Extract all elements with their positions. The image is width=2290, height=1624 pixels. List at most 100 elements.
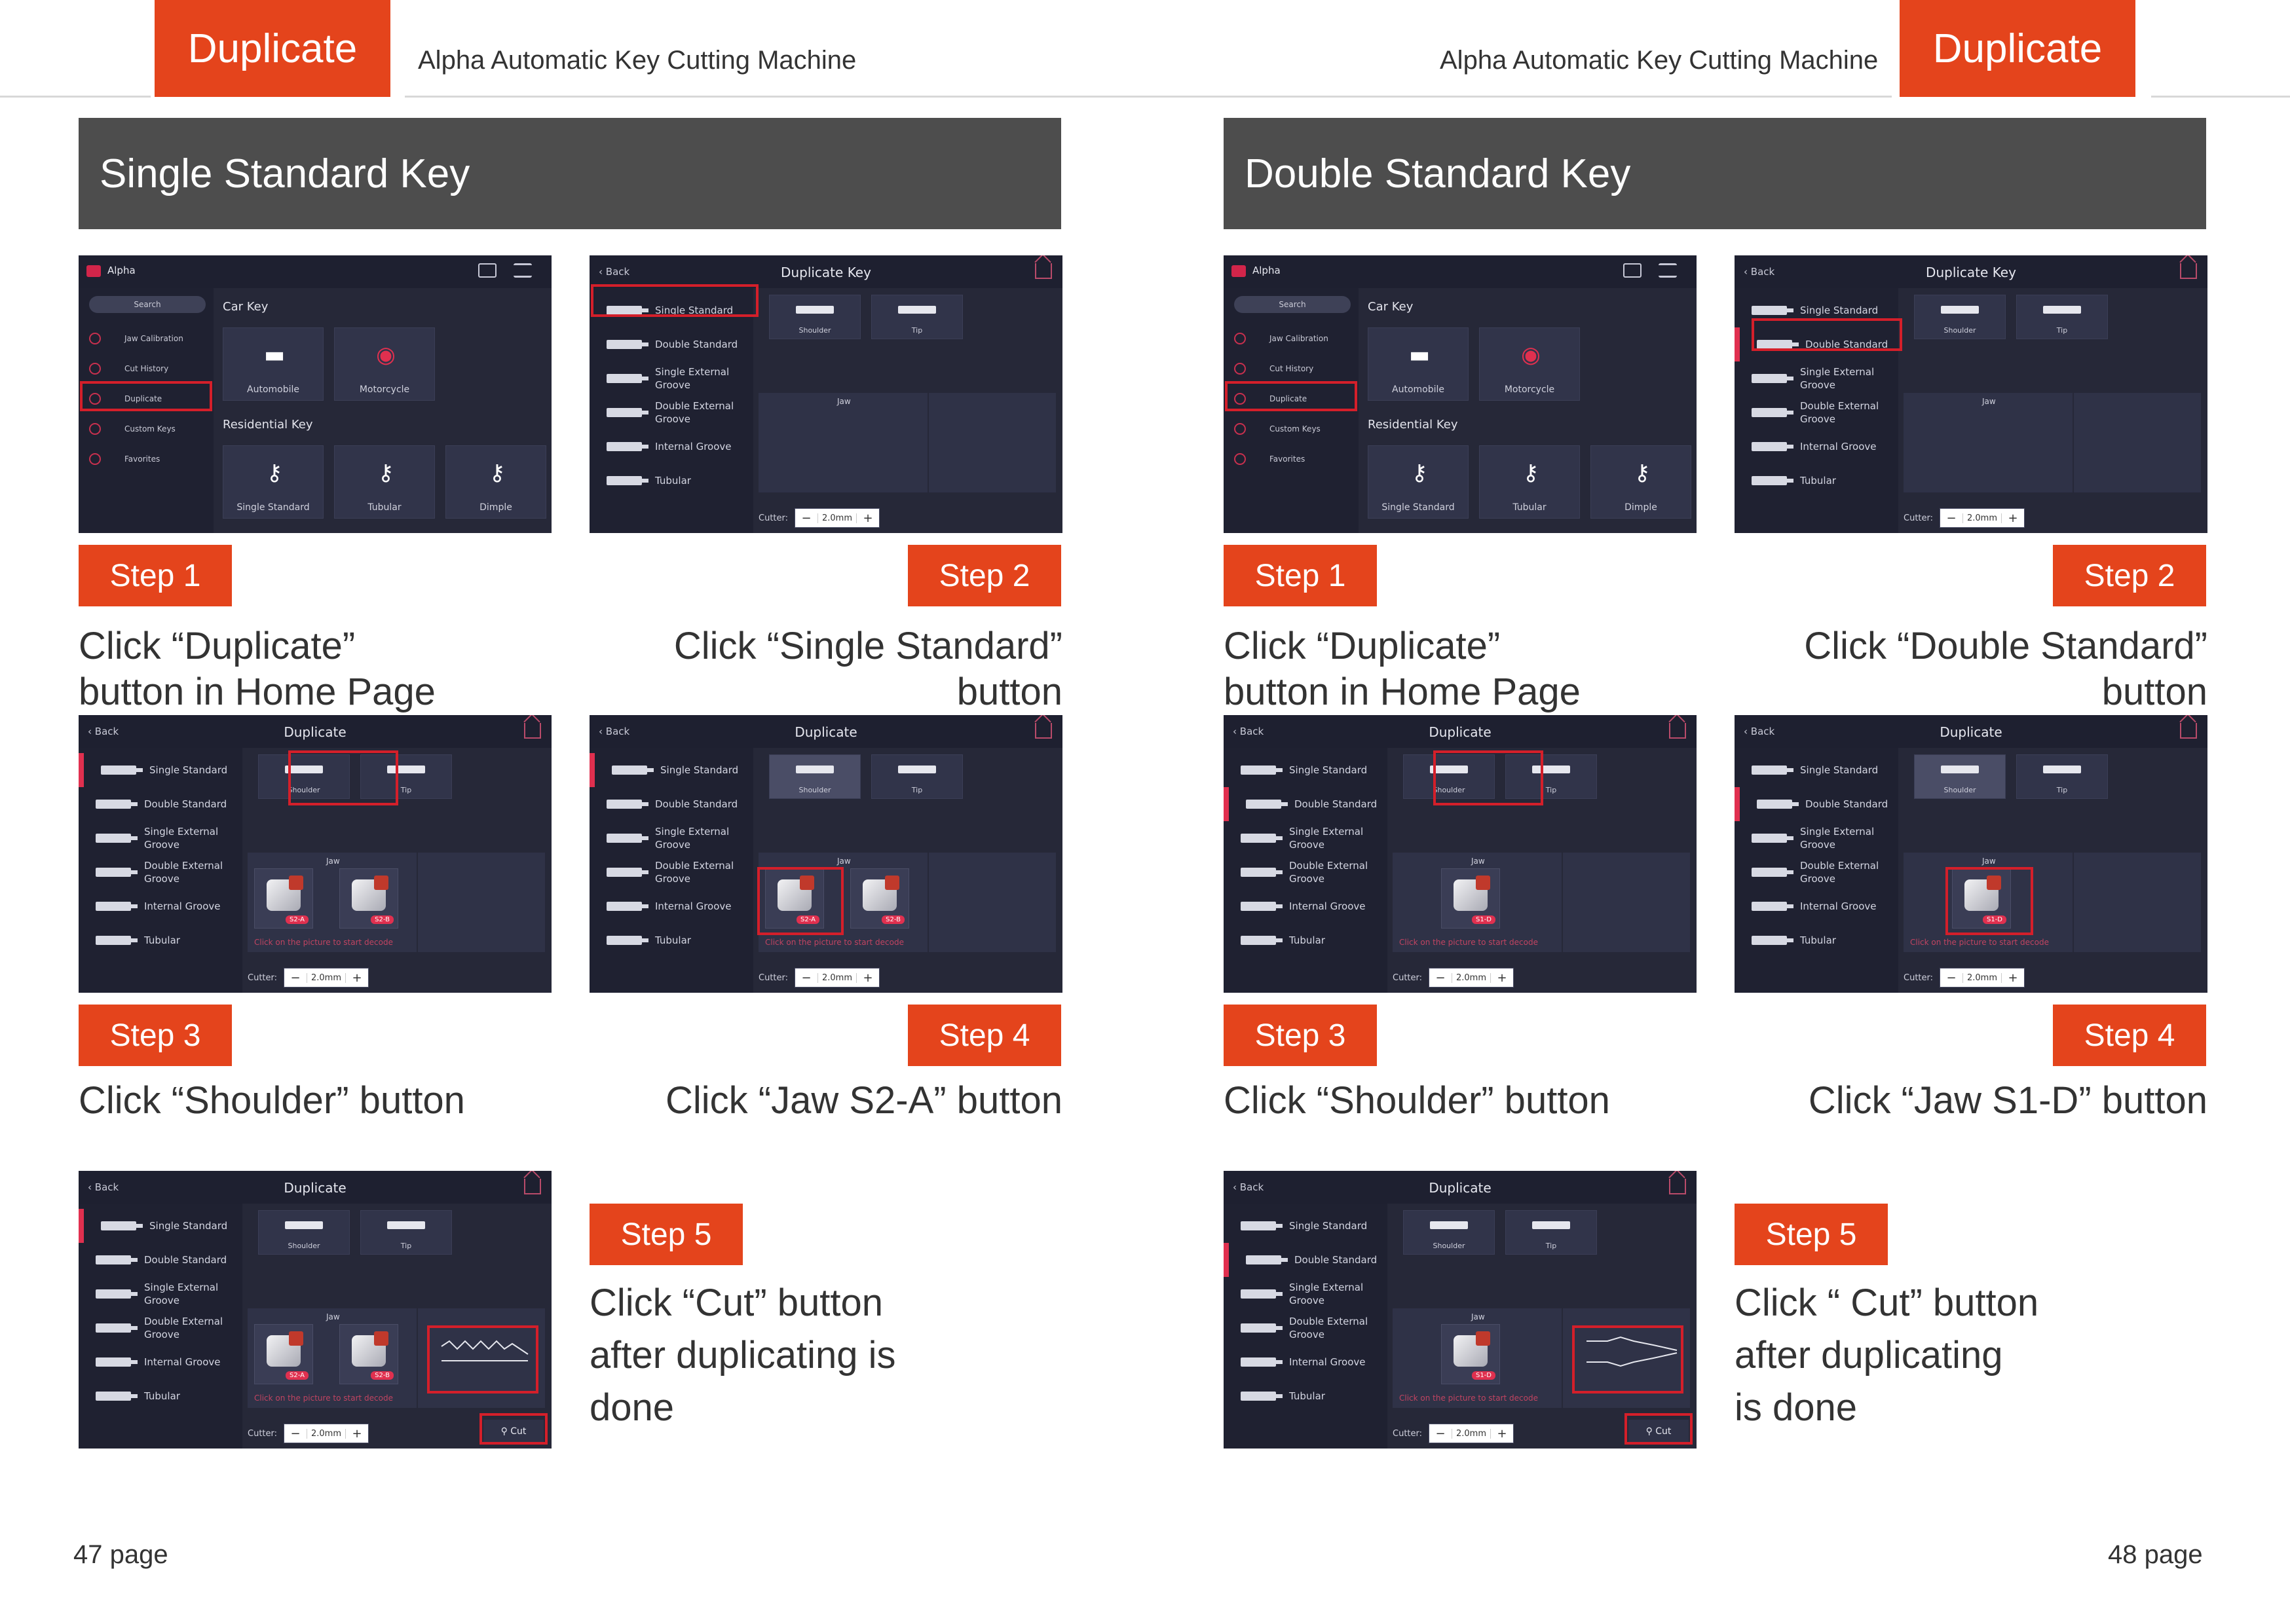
key-type-tubular[interactable]: Tubular bbox=[1735, 923, 1898, 957]
home-icon[interactable] bbox=[1035, 723, 1052, 739]
motorcycle-tile[interactable]: ◉ Motorcycle bbox=[1479, 327, 1580, 401]
menu-icon[interactable] bbox=[1659, 263, 1677, 278]
key-type-internal-groove[interactable]: Internal Groove bbox=[79, 1345, 242, 1379]
menu-favorites[interactable]: Favorites bbox=[1224, 444, 1359, 474]
automobile-tile[interactable]: ▬ Automobile bbox=[223, 327, 324, 401]
message-icon[interactable] bbox=[478, 263, 497, 278]
search-input[interactable]: Search bbox=[1234, 296, 1351, 313]
key-type-tubular[interactable]: Tubular bbox=[79, 1379, 242, 1413]
menu-cut-history[interactable]: Cut History bbox=[79, 354, 214, 384]
shoulder-button[interactable]: Shoulder bbox=[1403, 1210, 1495, 1255]
key-type-double-external-groove[interactable]: Double External Groove bbox=[1735, 396, 1898, 430]
cutter-stepper[interactable]: −2.0mm + bbox=[795, 508, 880, 528]
key-type-double-standard[interactable]: Double Standard bbox=[1224, 1243, 1387, 1277]
key-type-double-standard[interactable]: Double Standard bbox=[590, 787, 753, 821]
key-type-single-external-groove[interactable]: Single External Groove bbox=[590, 821, 753, 855]
jaw-s1d-image[interactable]: S1-D bbox=[1441, 868, 1500, 929]
key-type-double-external-groove[interactable]: Double External Groove bbox=[1735, 855, 1898, 889]
key-type-tubular[interactable]: Tubular bbox=[590, 464, 753, 498]
key-type-single-external-groove[interactable]: Single External Groove bbox=[79, 821, 242, 855]
cutter-stepper[interactable]: −2.0mm + bbox=[795, 968, 880, 987]
key-type-internal-groove[interactable]: Internal Groove bbox=[1224, 889, 1387, 923]
key-type-tubular[interactable]: Tubular bbox=[1735, 464, 1898, 498]
menu-custom-keys[interactable]: Custom Keys bbox=[79, 414, 214, 444]
key-type-single-standard[interactable]: Single Standard bbox=[590, 753, 753, 787]
cutter-stepper[interactable]: −2.0mm + bbox=[284, 1424, 369, 1443]
key-type-single-external-groove[interactable]: Single External Groove bbox=[79, 1277, 242, 1311]
jaw-s2b-image[interactable]: S2-B bbox=[339, 868, 398, 929]
key-type-single-external-groove[interactable]: Single External Groove bbox=[1735, 821, 1898, 855]
shoulder-button[interactable]: Shoulder bbox=[769, 754, 861, 799]
home-icon[interactable] bbox=[1669, 1179, 1686, 1194]
key-type-double-standard[interactable]: Double Standard bbox=[1735, 787, 1898, 821]
key-type-double-external-groove[interactable]: Double External Groove bbox=[79, 855, 242, 889]
single-standard-tile[interactable]: ⚷ Single Standard bbox=[223, 445, 324, 519]
key-type-tubular[interactable]: Tubular bbox=[1224, 923, 1387, 957]
key-type-single-standard[interactable]: Single Standard bbox=[79, 753, 242, 787]
tip-button[interactable]: Tip bbox=[2016, 754, 2108, 799]
key-type-internal-groove[interactable]: Internal Groove bbox=[590, 430, 753, 464]
key-type-tubular[interactable]: Tubular bbox=[1224, 1379, 1387, 1413]
shoulder-button[interactable]: Shoulder bbox=[769, 295, 861, 339]
home-icon[interactable] bbox=[2180, 263, 2197, 279]
dimple-tile[interactable]: ⚷ Dimple bbox=[445, 445, 546, 519]
tip-button[interactable]: Tip bbox=[1505, 1210, 1597, 1255]
key-type-internal-groove[interactable]: Internal Groove bbox=[590, 889, 753, 923]
tip-button[interactable]: Tip bbox=[871, 295, 963, 339]
key-type-double-standard[interactable]: Double Standard bbox=[79, 787, 242, 821]
key-type-internal-groove[interactable]: Internal Groove bbox=[1735, 430, 1898, 464]
tubular-tile[interactable]: ⚷ Tubular bbox=[334, 445, 435, 519]
dimple-tile[interactable]: ⚷ Dimple bbox=[1590, 445, 1691, 519]
key-type-internal-groove[interactable]: Internal Groove bbox=[1224, 1345, 1387, 1379]
cutter-stepper[interactable]: −2.0mm + bbox=[1940, 508, 2025, 528]
jaw-s2a-image[interactable]: S2-A bbox=[254, 868, 313, 929]
message-icon[interactable] bbox=[1623, 263, 1642, 278]
tip-button[interactable]: Tip bbox=[360, 1210, 452, 1255]
key-type-double-standard[interactable]: Double Standard bbox=[590, 327, 753, 361]
key-type-internal-groove[interactable]: Internal Groove bbox=[1735, 889, 1898, 923]
key-type-tubular[interactable]: Tubular bbox=[79, 923, 242, 957]
jaw-s2b-image[interactable]: S2-B bbox=[850, 868, 909, 929]
home-icon[interactable] bbox=[524, 1179, 541, 1194]
key-type-internal-groove[interactable]: Internal Groove bbox=[79, 889, 242, 923]
motorcycle-tile[interactable]: ◉ Motorcycle bbox=[334, 327, 435, 401]
home-icon[interactable] bbox=[1669, 723, 1686, 739]
tip-button[interactable]: Tip bbox=[2016, 295, 2108, 339]
jaw-s2a-image[interactable]: S2-A bbox=[254, 1324, 313, 1384]
home-icon[interactable] bbox=[1035, 263, 1052, 279]
key-type-double-standard[interactable]: Double Standard bbox=[1224, 787, 1387, 821]
key-type-single-external-groove[interactable]: Single External Groove bbox=[1224, 1277, 1387, 1311]
key-type-single-standard[interactable]: Single Standard bbox=[79, 1209, 242, 1243]
key-type-tubular[interactable]: Tubular bbox=[590, 923, 753, 957]
key-type-single-external-groove[interactable]: Single External Groove bbox=[590, 361, 753, 396]
tubular-tile[interactable]: ⚷ Tubular bbox=[1479, 445, 1580, 519]
key-type-single-standard[interactable]: Single Standard bbox=[1735, 753, 1898, 787]
menu-jaw-calibration[interactable]: Jaw Calibration bbox=[79, 323, 214, 354]
menu-custom-keys[interactable]: Custom Keys bbox=[1224, 414, 1359, 444]
tip-button[interactable]: Tip bbox=[871, 754, 963, 799]
key-type-double-external-groove[interactable]: Double External Groove bbox=[590, 855, 753, 889]
key-type-single-external-groove[interactable]: Single External Groove bbox=[1735, 361, 1898, 396]
home-icon[interactable] bbox=[524, 723, 541, 739]
menu-jaw-calibration[interactable]: Jaw Calibration bbox=[1224, 323, 1359, 354]
key-type-single-standard[interactable]: Single Standard bbox=[1224, 753, 1387, 787]
key-type-double-external-groove[interactable]: Double External Groove bbox=[79, 1311, 242, 1345]
single-standard-tile[interactable]: ⚷ Single Standard bbox=[1368, 445, 1469, 519]
key-type-double-external-groove[interactable]: Double External Groove bbox=[1224, 855, 1387, 889]
menu-cut-history[interactable]: Cut History bbox=[1224, 354, 1359, 384]
menu-icon[interactable] bbox=[514, 263, 532, 278]
key-type-double-external-groove[interactable]: Double External Groove bbox=[1224, 1311, 1387, 1345]
cutter-stepper[interactable]: −2.0mm + bbox=[1429, 1424, 1514, 1443]
key-type-double-standard[interactable]: Double Standard bbox=[79, 1243, 242, 1277]
key-type-single-standard[interactable]: Single Standard bbox=[1224, 1209, 1387, 1243]
cutter-stepper[interactable]: −2.0mm + bbox=[1940, 968, 2025, 987]
jaw-s1d-image[interactable]: S1-D bbox=[1441, 1324, 1500, 1384]
shoulder-button[interactable]: Shoulder bbox=[258, 1210, 350, 1255]
cutter-stepper[interactable]: −2.0mm + bbox=[1429, 968, 1514, 987]
shoulder-button[interactable]: Shoulder bbox=[1914, 295, 2006, 339]
cutter-stepper[interactable]: −2.0mm + bbox=[284, 968, 369, 987]
shoulder-button[interactable]: Shoulder bbox=[1914, 754, 2006, 799]
search-input[interactable]: Search bbox=[89, 296, 206, 313]
key-type-single-external-groove[interactable]: Single External Groove bbox=[1224, 821, 1387, 855]
jaw-s2b-image[interactable]: S2-B bbox=[339, 1324, 398, 1384]
